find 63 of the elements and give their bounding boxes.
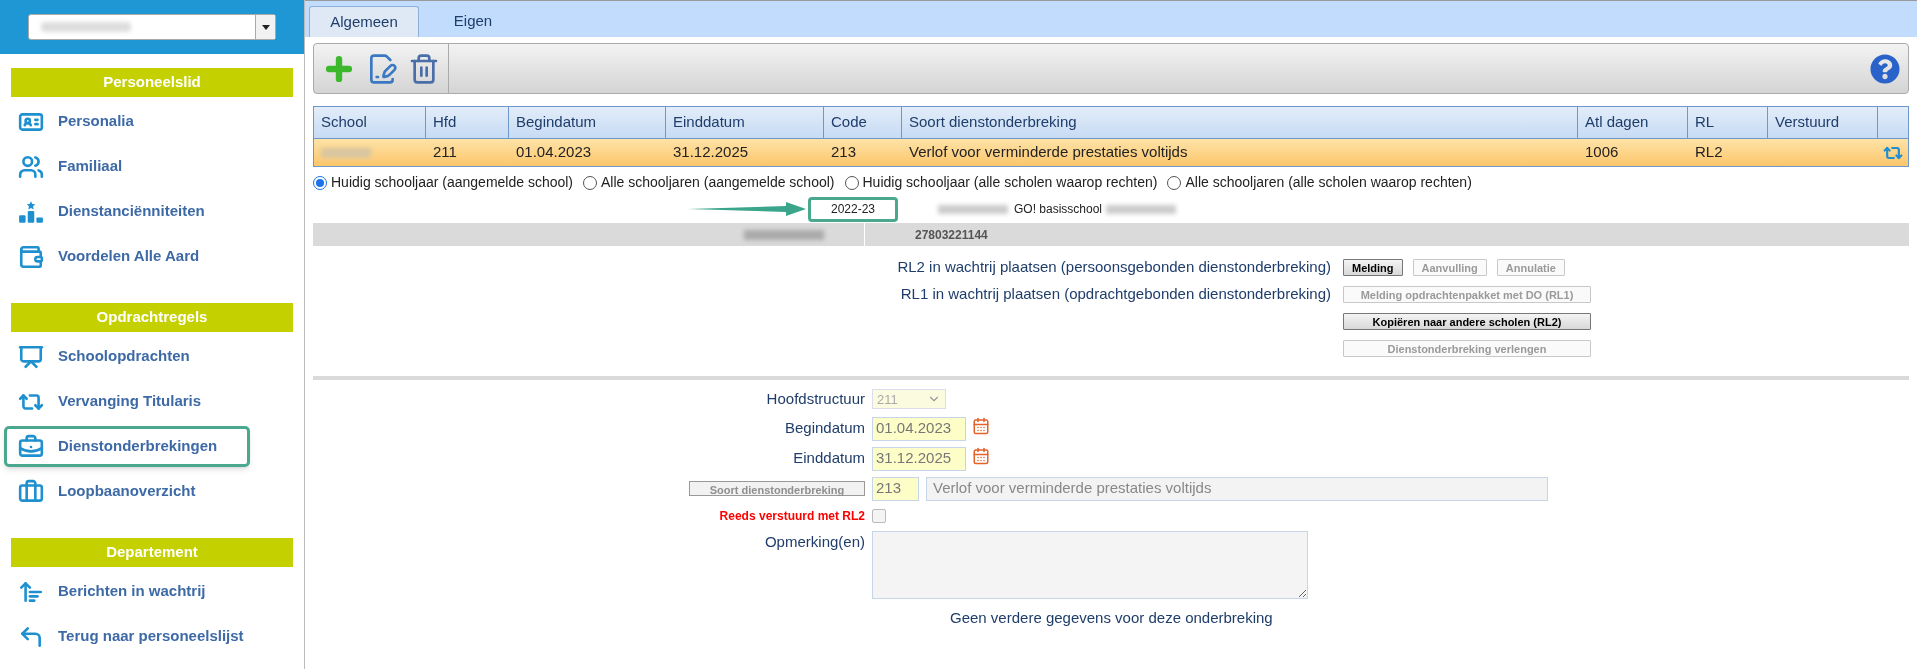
tab[interactable]: Algemeen: [309, 6, 419, 37]
id-number: 27803221144: [915, 226, 988, 244]
field-label: Begindatum: [783, 418, 865, 439]
presentation-icon: [18, 343, 44, 370]
table-cell-text: RL2: [1694, 142, 1724, 163]
sidebar-item[interactable]: Schoolopdrachten: [4, 336, 300, 377]
wallet-icon: [18, 243, 44, 270]
blurred-text-placeholder: [1106, 204, 1177, 214]
queue-label: RL2 in wachtrij plaatsen (persoonsgebonden dienstonderbreking): [897, 257, 1331, 278]
radio-button[interactable]: [1167, 175, 1182, 190]
table-cell-text: Verlof voor verminderde prestaties voltijds: [908, 142, 1189, 163]
sidebar-item[interactable]: Berichten in wachtrij: [4, 571, 300, 612]
table-cell-text: 1006: [1584, 142, 1620, 163]
remarks-field[interactable]: [872, 530, 1308, 599]
radio-button[interactable]: [313, 175, 327, 190]
table-row[interactable]: 211 01.04.2023 31.12.2025 213 Verlof voor verminderde prestaties voltijds 1006 RL2: [314, 138, 1908, 166]
radio-button[interactable]: [583, 175, 598, 190]
trash-icon[interactable]: [408, 52, 440, 85]
action-button[interactable]: Melding: [1343, 259, 1403, 276]
field-label: Opmerking(en): [763, 531, 865, 552]
briefcase-icon: [18, 478, 44, 505]
field-label: Einddatum: [792, 448, 865, 469]
section-header: Departement: [11, 538, 293, 567]
people-icon: [18, 153, 44, 180]
radio-label[interactable]: Huidig schooljaar (aangemelde school): [331, 172, 574, 193]
sidebar-item[interactable]: Vervanging Titularis: [4, 381, 300, 422]
section-header: Opdrachtregels: [11, 303, 293, 332]
blurred-text-placeholder: [321, 147, 371, 158]
description-field[interactable]: Verlof voor verminderde prestaties voltijds: [926, 476, 1548, 501]
sidebar-item[interactable]: Voordelen Alle Aard: [4, 236, 300, 277]
blurred-text-placeholder: [938, 204, 1008, 214]
calendar-icon[interactable]: [972, 446, 990, 465]
queue-label: RL1 in wachtrij plaatsen (opdrachtgebonden dienstonderbreking): [900, 284, 1331, 305]
code-field[interactable]: 213: [872, 476, 919, 501]
school-year-label: 2022-23: [808, 196, 898, 222]
footer-note: Geen verdere gegevens voor deze onderbreking: [950, 607, 1274, 628]
radio-button[interactable]: [844, 175, 859, 190]
sidebar-item[interactable]: Loopbaanoverzicht: [4, 471, 300, 512]
dropdown-button[interactable]: [255, 15, 275, 39]
radio-label[interactable]: Huidig schooljaar (alle scholen waarop rechten): [862, 172, 1158, 193]
table-cell-text: 31.12.2025: [672, 142, 750, 163]
calendar-icon[interactable]: [972, 416, 990, 435]
radio-label[interactable]: Alle schooljaren (alle scholen waarop rechten): [1185, 172, 1472, 193]
section-header: Personeelslid: [11, 68, 293, 97]
table-cell-text: 01.04.2023: [515, 142, 593, 163]
sidebar-item[interactable]: Dienstonderbrekingen: [4, 426, 250, 467]
field-label: Hoofdstructuur: [765, 389, 865, 409]
sidebar-item[interactable]: Familiaal: [4, 146, 300, 187]
field-label: Reeds verstuurd met RL2: [718, 507, 865, 525]
action-button[interactable]: Kopiëren naar andere scholen (RL2): [1343, 313, 1591, 330]
school-name: GO! basisschool: [1014, 201, 1103, 218]
sidebar-item[interactable]: Terug naar personeelslijst: [4, 616, 300, 657]
checkbox[interactable]: [872, 508, 886, 523]
sidebar-item[interactable]: Dienstanciënniteiten: [4, 191, 300, 232]
tab[interactable]: Eigen: [423, 6, 523, 37]
sidebar-item[interactable]: Personalia: [4, 101, 300, 142]
caret-icon: [261, 24, 270, 30]
help-icon[interactable]: [1870, 53, 1900, 84]
radio-label[interactable]: Alle schooljaren (aangemelde school): [601, 172, 835, 193]
date-field[interactable]: 01.04.2023: [872, 416, 966, 441]
table-cell-text: 213: [830, 142, 858, 163]
date-field[interactable]: 31.12.2025: [872, 446, 966, 471]
table-cell-text: 211: [432, 142, 458, 163]
